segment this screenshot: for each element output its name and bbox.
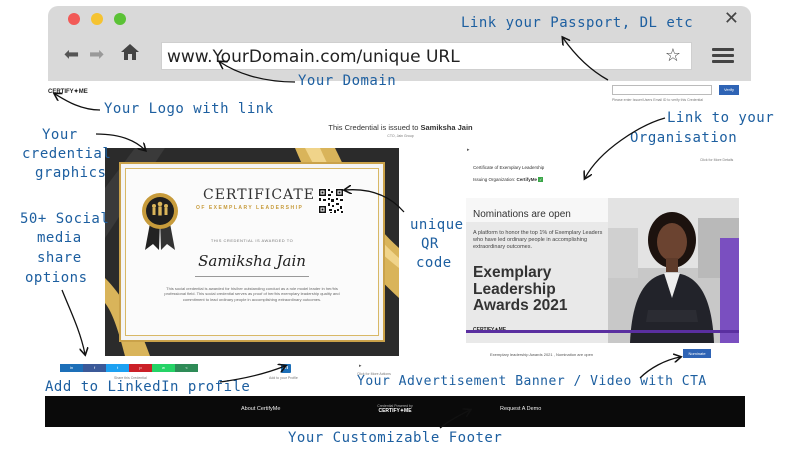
annotation-social-4: options: [25, 270, 88, 286]
banner-heading: Nominations are open: [473, 209, 571, 220]
share-button[interactable]: w: [152, 364, 175, 372]
banner-photo: [608, 198, 739, 343]
linkedin-caption: Add to your Profile: [269, 376, 298, 380]
share-button[interactable]: f: [83, 364, 106, 372]
footer-request-demo-link[interactable]: Request A Demo: [500, 406, 541, 412]
annotation-qr-2: QR: [421, 236, 439, 252]
maximize-window-dot[interactable]: [114, 13, 126, 25]
annotation-graphics-2: credential: [22, 146, 112, 162]
banner-headline-line2: Leadership: [473, 280, 556, 298]
verify-email-input[interactable]: [612, 85, 712, 95]
powered-by-brand: CERTIFY✦ME: [378, 408, 412, 414]
credential-title: Certificate of Exemplary Leadership: [473, 165, 545, 170]
qr-code-icon[interactable]: [318, 188, 344, 214]
banner-headline: Exemplary Leadership Awards 2021: [473, 264, 568, 315]
minimize-window-dot[interactable]: [91, 13, 103, 25]
certificate-title: CERTIFICATE: [203, 187, 315, 203]
banner-headline-line1: Exemplary: [473, 264, 552, 281]
certificate-divider: [195, 276, 309, 277]
verify-button[interactable]: Verify: [719, 85, 739, 95]
share-button[interactable]: t: [106, 364, 129, 372]
banner-headline-line3: Awards 2021: [473, 297, 568, 314]
issuing-org-link[interactable]: CertifyMe: [517, 177, 538, 182]
back-arrow-icon[interactable]: ⬅: [64, 44, 79, 65]
medal-icon: [142, 193, 178, 250]
recipient-name: Samiksha Jain: [420, 123, 473, 132]
page-footer: About CertifyMe Credential Powered by CE…: [45, 396, 745, 427]
annotation-logo: Your Logo with link: [104, 101, 274, 117]
share-button[interactable]: <: [175, 364, 198, 372]
footer-powered-by: Credential Powered by CERTIFY✦ME: [370, 404, 420, 414]
share-button[interactable]: p: [129, 364, 152, 372]
banner-description: A platform to honor the top 1% of Exempl…: [473, 230, 603, 250]
issued-prefix: This Credential is issued to: [328, 123, 419, 132]
annotation-organisation-2: Organisation: [630, 130, 738, 146]
banner-accent-bar: [466, 330, 739, 333]
bookmark-star-icon[interactable]: ☆: [665, 45, 681, 66]
annotation-passport: Link your Passport, DL etc: [461, 15, 694, 31]
annotation-graphics-1: Your: [42, 127, 78, 143]
footer-about-link[interactable]: About CertifyMe: [241, 406, 280, 412]
close-icon[interactable]: ✕: [724, 8, 739, 29]
annotation-linkedin: Add to LinkedIn profile: [45, 379, 251, 395]
certificate-subtitle: OF EXEMPLARY LEADERSHIP: [196, 205, 304, 211]
banner-caption: Exemplary leadership Awards 2021 , Nomin…: [490, 352, 594, 357]
nominate-button[interactable]: Nominate: [683, 349, 711, 358]
verified-check-icon: ✓: [538, 177, 544, 182]
credential-certificate: CERTIFICATE OF EXEMPLARY LEADERSHIP THIS…: [105, 148, 399, 356]
certificate-awarded-label: THIS CREDENTIAL IS AWARDED TO: [210, 238, 294, 243]
annotation-social-1: 50+ Social: [20, 211, 110, 227]
home-icon[interactable]: [120, 42, 140, 62]
site-logo[interactable]: CERTIFY✦ME: [48, 88, 88, 95]
annotation-footer: Your Customizable Footer: [288, 430, 503, 446]
url-text: www.YourDomain.com/unique URL: [167, 47, 460, 67]
annotation-graphics-3: graphics: [35, 165, 107, 181]
verify-hint: Please enter Issuer/Users Email ID to ve…: [612, 98, 704, 102]
banner-heading-bar: Nominations are open: [466, 198, 608, 222]
caret-icon[interactable]: ▸: [467, 147, 470, 153]
advertisement-banner[interactable]: Nominations are open A platform to honor…: [466, 198, 739, 343]
annotation-banner: Your Advertisement Banner / Video with C…: [357, 374, 707, 389]
annotation-domain: Your Domain: [298, 73, 397, 89]
caret-icon[interactable]: ▸: [359, 363, 362, 369]
more-details-link[interactable]: Click for More Details: [700, 158, 733, 162]
certificate-recipient-name: Samiksha Jain: [198, 252, 306, 270]
annotation-social-2: media: [37, 230, 82, 246]
hamburger-menu-icon[interactable]: [712, 48, 734, 64]
close-window-dot[interactable]: [68, 13, 80, 25]
certificate-body-text: This social credential is awarded for hi…: [164, 286, 340, 302]
annotation-qr-3: code: [416, 255, 452, 271]
annotation-qr-1: unique: [410, 217, 464, 233]
share-button[interactable]: in: [60, 364, 83, 372]
annotation-social-3: share: [37, 250, 82, 266]
address-bar[interactable]: www.YourDomain.com/unique URL ☆: [161, 42, 692, 70]
social-share-bar: in f t p w <: [60, 364, 198, 372]
forward-arrow-icon[interactable]: ➡: [89, 44, 104, 65]
issuing-label: Issuing Organization:: [473, 177, 516, 182]
issuing-organization: Issuing Organization: CertifyMe ✓: [473, 177, 544, 182]
linkedin-add-button[interactable]: in: [281, 364, 291, 373]
annotation-organisation-1: Link to your: [667, 110, 775, 126]
